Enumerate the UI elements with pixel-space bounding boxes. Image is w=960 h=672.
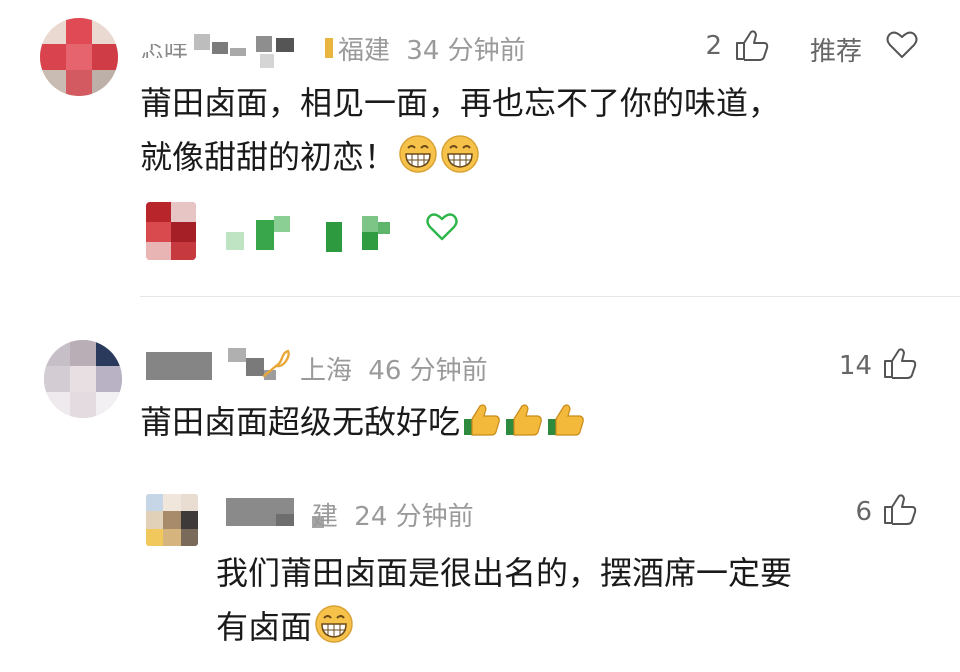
comment-line-text: 莆田卤面超级无敌好吃 [140,403,461,441]
like-count: 2 [705,31,722,61]
comment-text: 我们莆田卤面是很出名的，摆酒席一定要 有卤面 [216,548,792,658]
comment-meta: 建 24 分钟前 [312,496,474,533]
grin-icon [314,604,354,658]
level-badge-icon [262,348,294,382]
grin-icon [398,134,438,188]
comment-meta: 上海 46 分钟前 [300,350,488,387]
location: 建 [312,502,339,532]
grin-icon [440,134,480,188]
comment-text: 莆田卤面，相见一面，再也忘不了你的味道， 就像甜甜的初恋！ [140,78,780,188]
author-liked-row [140,198,480,262]
level-badge [325,38,333,58]
heart-icon[interactable] [886,30,920,62]
thumbs-up-icon[interactable] [734,28,772,66]
thumbs-up-icon [462,399,502,453]
thumbs-up-icon [504,399,544,453]
avatar[interactable] [44,340,122,418]
thumbs-up-icon [546,399,586,453]
avatar[interactable] [146,494,198,546]
timestamp: 46 分钟前 [368,356,488,386]
timestamp: 34 分钟前 [406,36,526,66]
like-count: 14 [838,351,872,381]
comment-line: 莆田卤面，相见一面，再也忘不了你的味道， [140,84,781,122]
author-avatar [146,202,196,260]
divider [140,296,960,297]
like-count: 6 [855,497,872,527]
timestamp: 24 分钟前 [354,502,474,532]
thumbs-up-icon[interactable] [882,492,920,530]
comment-meta: 福建 34 分钟前 [338,30,526,67]
location: 福建 [338,36,391,66]
avatar[interactable] [40,18,118,96]
comment-line-text: 就像甜甜的初恋！ [140,138,397,176]
username[interactable]: 忑咩 [140,30,340,70]
comment-line-text: 有卤面 [216,608,313,646]
heart-icon [426,212,460,244]
comment-line: 就像甜甜的初恋！ [140,132,780,188]
username-fragment: 忑咩 [140,44,188,58]
comment-line: 我们莆田卤面是很出名的，摆酒席一定要 [216,554,793,592]
comment-text: 莆田卤面超级无敌好吃 [140,397,586,453]
recommend-button[interactable]: 推荐 [810,31,862,68]
location: 上海 [300,356,353,386]
comment-line: 有卤面 [216,602,792,658]
thumbs-up-icon[interactable] [882,346,920,384]
